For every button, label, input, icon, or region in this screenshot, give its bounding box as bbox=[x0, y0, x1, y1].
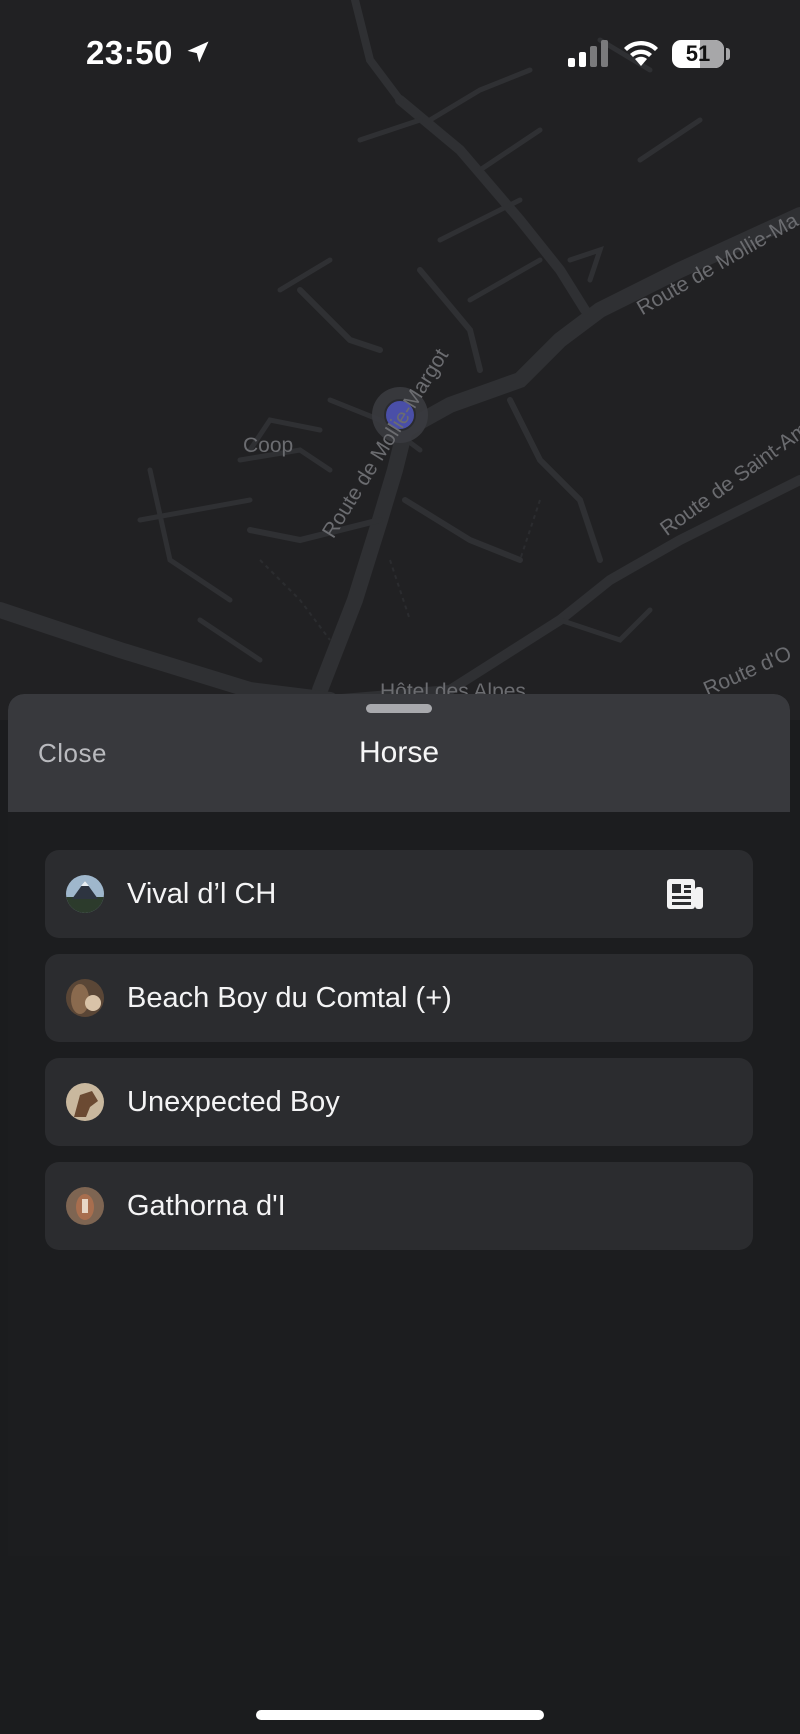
sheet-header: Close Horse bbox=[8, 694, 790, 812]
battery-level: 51 bbox=[685, 41, 711, 66]
horse-row[interactable]: Beach Boy du Comtal (+) bbox=[45, 954, 753, 1042]
horse-name: Vival d’l CH bbox=[127, 878, 277, 910]
horse-avatar bbox=[66, 1187, 104, 1225]
horse-avatar bbox=[66, 875, 104, 913]
wifi-icon bbox=[624, 40, 658, 66]
horse-list: Vival d’l CH Beach Boy du Comtal (+) Une… bbox=[45, 850, 753, 1266]
status-bar: 23:50 51 bbox=[0, 0, 800, 110]
horse-name: Beach Boy du Comtal (+) bbox=[127, 982, 452, 1014]
horse-sheet: Close Horse Vival d’l CH Beach Boy du Co… bbox=[8, 694, 790, 1556]
battery-icon: 51 bbox=[672, 40, 724, 68]
report-icon[interactable] bbox=[665, 877, 705, 911]
horse-name: Gathorna d'I bbox=[127, 1190, 286, 1222]
home-indicator[interactable] bbox=[256, 1710, 544, 1720]
horse-name: Unexpected Boy bbox=[127, 1086, 340, 1118]
horse-row[interactable]: Vival d’l CH bbox=[45, 850, 753, 938]
battery-tip bbox=[726, 48, 730, 60]
horse-row[interactable]: Gathorna d'I bbox=[45, 1162, 753, 1250]
horse-row[interactable]: Unexpected Boy bbox=[45, 1058, 753, 1146]
sheet-grabber[interactable] bbox=[366, 704, 432, 713]
location-arrow-icon bbox=[187, 41, 209, 63]
cellular-signal-icon bbox=[568, 40, 608, 67]
horse-avatar bbox=[66, 979, 104, 1017]
sheet-title: Horse bbox=[358, 736, 440, 769]
status-time: 23:50 bbox=[86, 34, 173, 71]
map-label-coop: Coop bbox=[243, 434, 294, 457]
horse-avatar bbox=[66, 1083, 104, 1121]
